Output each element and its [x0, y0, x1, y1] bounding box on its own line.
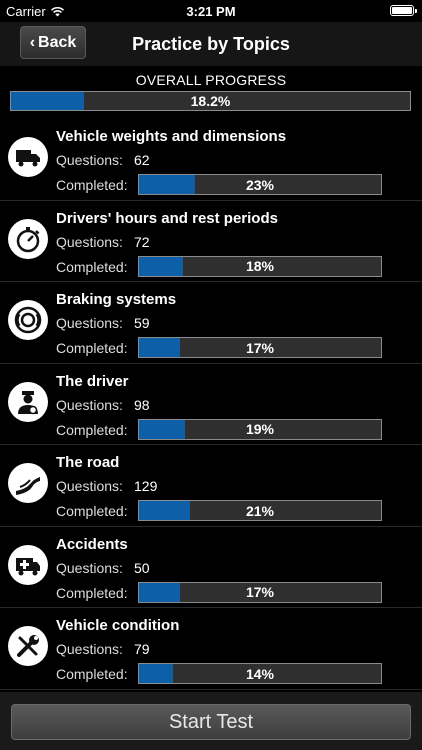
- completed-label: Completed:: [56, 177, 128, 193]
- topic-progress-percent: 17%: [245, 339, 275, 356]
- topic-progress-percent: 23%: [245, 176, 275, 193]
- questions-count: 62: [134, 152, 150, 168]
- status-bar: Carrier 3:21 PM: [0, 0, 422, 22]
- questions-label: Questions:: [56, 315, 123, 331]
- topic-list: Vehicle weights and dimensions Questions…: [0, 119, 422, 690]
- topic-title: Braking systems: [56, 291, 177, 308]
- page-title: Practice by Topics: [132, 34, 290, 54]
- completed-label: Completed:: [56, 584, 128, 601]
- completed-label: Completed:: [56, 258, 128, 275]
- questions-label: Questions:: [56, 641, 123, 657]
- topic-progress-bar: 17%: [138, 581, 382, 603]
- status-time: 3:21 PM: [186, 4, 236, 19]
- topic-progress-bar: 23%: [138, 174, 382, 195]
- topic-progress-percent: 14%: [245, 665, 275, 682]
- topic-progress-percent: 19%: [245, 421, 275, 437]
- topic-row[interactable]: Vehicle weights and dimensions Questions…: [0, 119, 422, 201]
- topic-progress-percent: 18%: [245, 258, 275, 274]
- topic-row[interactable]: The driver Questions: 98 Completed: 19%: [0, 364, 422, 445]
- completed-label: Completed:: [56, 666, 128, 682]
- questions-count: 98: [134, 396, 150, 413]
- questions-label: Questions:: [56, 233, 123, 250]
- topic-row[interactable]: Drivers' hours and rest periods Question…: [0, 201, 422, 282]
- topic-progress-bar: 14%: [138, 663, 382, 684]
- questions-label: Questions:: [56, 478, 123, 494]
- navigation-bar: ‹ Back Practice by Topics: [0, 22, 422, 66]
- completed-label: Completed:: [56, 340, 128, 356]
- topic-progress-bar: 18%: [138, 255, 382, 277]
- topic-row[interactable]: Braking systems Questions: 59 Completed:…: [0, 282, 422, 364]
- topic-row[interactable]: The road Questions: 129 Completed: 21%: [0, 445, 422, 527]
- overall-progress-label: OVERALL PROGRESS: [135, 72, 287, 88]
- battery-icon: [390, 5, 417, 16]
- completed-label: Completed:: [56, 421, 128, 438]
- overall-progress-bar: 18.2%: [10, 91, 411, 111]
- topic-row[interactable]: Accidents Questions: 50 Completed: 17%: [0, 527, 422, 608]
- road-icon: [8, 463, 48, 503]
- tools-icon: [8, 626, 48, 666]
- topic-title: Accidents: [56, 535, 128, 553]
- bottom-toolbar: Start Test: [0, 692, 422, 750]
- questions-count: 129: [134, 478, 158, 494]
- topic-row[interactable]: Vehicle condition Questions: 79 Complete…: [0, 608, 422, 690]
- topic-progress-percent: 17%: [245, 584, 275, 600]
- topic-title: Drivers' hours and rest periods: [56, 209, 278, 227]
- questions-count: 50: [134, 559, 150, 576]
- ambulance-icon: [8, 544, 48, 585]
- brake-icon: [8, 300, 48, 340]
- completed-label: Completed:: [56, 503, 128, 519]
- start-test-button[interactable]: Start Test: [11, 704, 411, 740]
- questions-count: 79: [134, 641, 150, 657]
- topic-progress-bar: 17%: [138, 337, 382, 358]
- topic-progress-percent: 21%: [245, 502, 275, 519]
- overall-progress-percent: 18.2%: [190, 93, 231, 109]
- topic-progress-bar: 19%: [138, 418, 382, 440]
- topic-title: Vehicle weights and dimensions: [56, 128, 287, 145]
- topic-title: The driver: [56, 372, 129, 390]
- topic-progress-bar: 21%: [138, 500, 382, 521]
- questions-count: 59: [134, 315, 150, 331]
- stopwatch-icon: [8, 218, 48, 259]
- truck-icon: [8, 137, 48, 177]
- topic-title: The road: [56, 454, 120, 471]
- questions-label: Questions:: [56, 559, 123, 576]
- driver-icon: [8, 381, 48, 422]
- questions-label: Questions:: [56, 396, 123, 413]
- topic-title: Vehicle condition: [56, 617, 180, 634]
- questions-count: 72: [134, 233, 150, 250]
- questions-label: Questions:: [56, 152, 123, 168]
